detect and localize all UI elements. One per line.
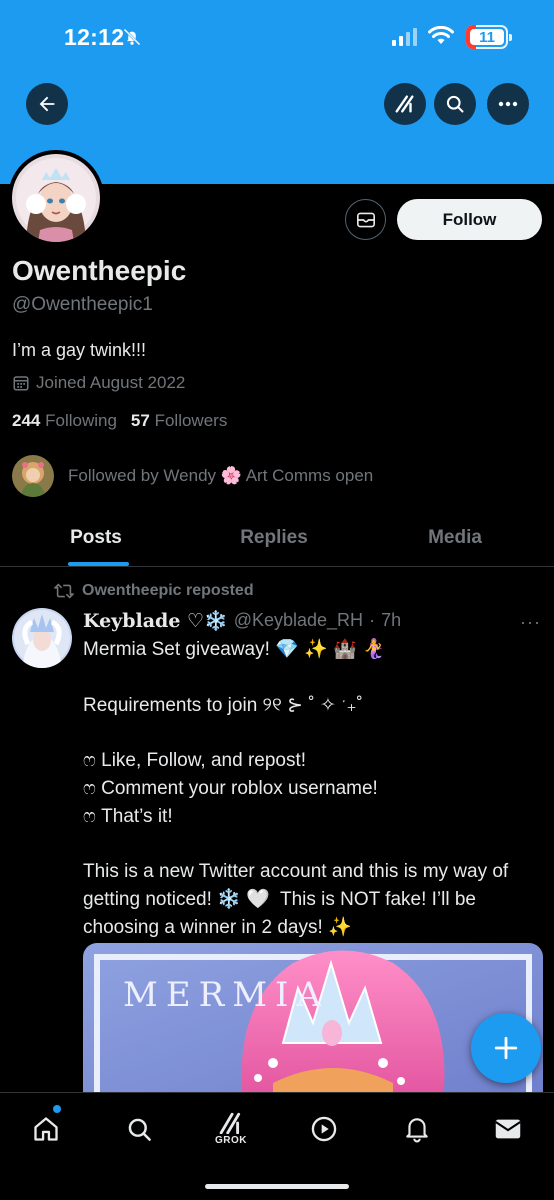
silent-mode-icon	[122, 27, 142, 52]
followers-count: 57	[130, 411, 150, 430]
joined-date: Joined August 2022	[12, 373, 185, 393]
home-notification-dot	[53, 1105, 61, 1113]
status-time: 12:12	[64, 24, 125, 50]
search-icon	[128, 1118, 151, 1141]
follow-button[interactable]: Follow	[397, 199, 542, 240]
battery-level: 11	[479, 28, 495, 46]
battery-icon: 11	[466, 25, 512, 49]
home-indicator	[205, 1184, 349, 1189]
follower-avatar	[12, 455, 54, 497]
following-label: Following	[45, 411, 117, 430]
calendar-icon	[13, 376, 29, 391]
tab-media[interactable]: Media	[356, 513, 554, 566]
followers-link[interactable]: 57 Followers	[131, 411, 227, 431]
follow-counts: 244 Following 57 Followers	[12, 411, 227, 431]
search-button[interactable]	[434, 83, 476, 125]
nav-messages[interactable]	[488, 1109, 528, 1149]
mail-icon	[495, 1119, 521, 1139]
back-button[interactable]	[26, 83, 68, 125]
repost-indicator[interactable]: Owentheepic reposted	[54, 582, 254, 600]
nav-video[interactable]	[304, 1109, 344, 1149]
avatar-image	[12, 154, 100, 242]
profile-bio: I’m a gay twink!!!	[12, 340, 147, 360]
home-icon	[34, 1117, 58, 1141]
following-link[interactable]: 244 Following	[12, 411, 117, 431]
followed-by-text: Followed by Wendy 🌸 Art Comms open	[68, 466, 374, 485]
post-image[interactable]: MERMIA	[83, 943, 543, 1103]
tab-replies[interactable]: Replies	[192, 513, 356, 566]
nav-home[interactable]	[26, 1109, 66, 1149]
more-options-button[interactable]	[487, 83, 529, 125]
wifi-icon	[428, 25, 454, 51]
repost-icon	[54, 583, 74, 599]
post-author-name[interactable]: Keyblade ♡❄️	[83, 609, 228, 632]
mail-icon	[356, 212, 375, 227]
profile-tabs: Posts Replies Media	[0, 513, 554, 567]
post-author-handle[interactable]: @Keyblade_RH	[234, 610, 363, 631]
ellipsis-icon	[498, 101, 518, 107]
compose-post-button[interactable]	[471, 1013, 541, 1083]
active-tab-indicator	[68, 562, 129, 566]
search-icon	[446, 95, 464, 113]
cellular-signal-icon	[392, 28, 418, 51]
profile-display-name: Owentheepic	[12, 255, 187, 286]
post-more-button[interactable]: ···	[520, 612, 541, 633]
grok-icon	[395, 95, 414, 113]
message-button[interactable]	[345, 199, 386, 240]
nav-search[interactable]	[119, 1109, 159, 1149]
post-separator: ·	[369, 610, 376, 630]
grok-button[interactable]	[384, 83, 426, 125]
profile-avatar[interactable]	[8, 150, 104, 246]
grok-label: GROK	[215, 1135, 247, 1146]
tab-posts[interactable]: Posts	[0, 513, 192, 566]
plus-icon	[494, 1036, 518, 1060]
following-count: 244	[12, 411, 41, 430]
followed-by-row[interactable]: Followed by Wendy 🌸 Art Comms open	[12, 455, 373, 497]
post-header: Keyblade ♡❄️ @Keyblade_RH · 7h	[83, 609, 401, 632]
post-timestamp: 7h	[381, 610, 402, 630]
profile-handle: @Owentheepic1	[12, 294, 153, 315]
nav-notifications[interactable]	[397, 1109, 437, 1149]
status-bar: 12:12 11	[0, 0, 554, 72]
post-author-avatar[interactable]	[12, 608, 72, 668]
grok-icon	[219, 1112, 241, 1134]
post-image-title: MERMIA	[123, 975, 330, 1015]
bell-icon	[406, 1118, 428, 1143]
followers-label: Followers	[154, 411, 228, 430]
nav-grok[interactable]: GROK	[211, 1109, 251, 1149]
arrow-left-icon	[39, 96, 55, 112]
post-text: Mermia Set giveaway! 💎 ✨ 🏰 🧜‍♀️ Requirem…	[83, 639, 509, 938]
repost-label: Owentheepic reposted	[82, 582, 254, 599]
joined-text: Joined August 2022	[36, 373, 186, 392]
video-icon	[311, 1116, 337, 1142]
